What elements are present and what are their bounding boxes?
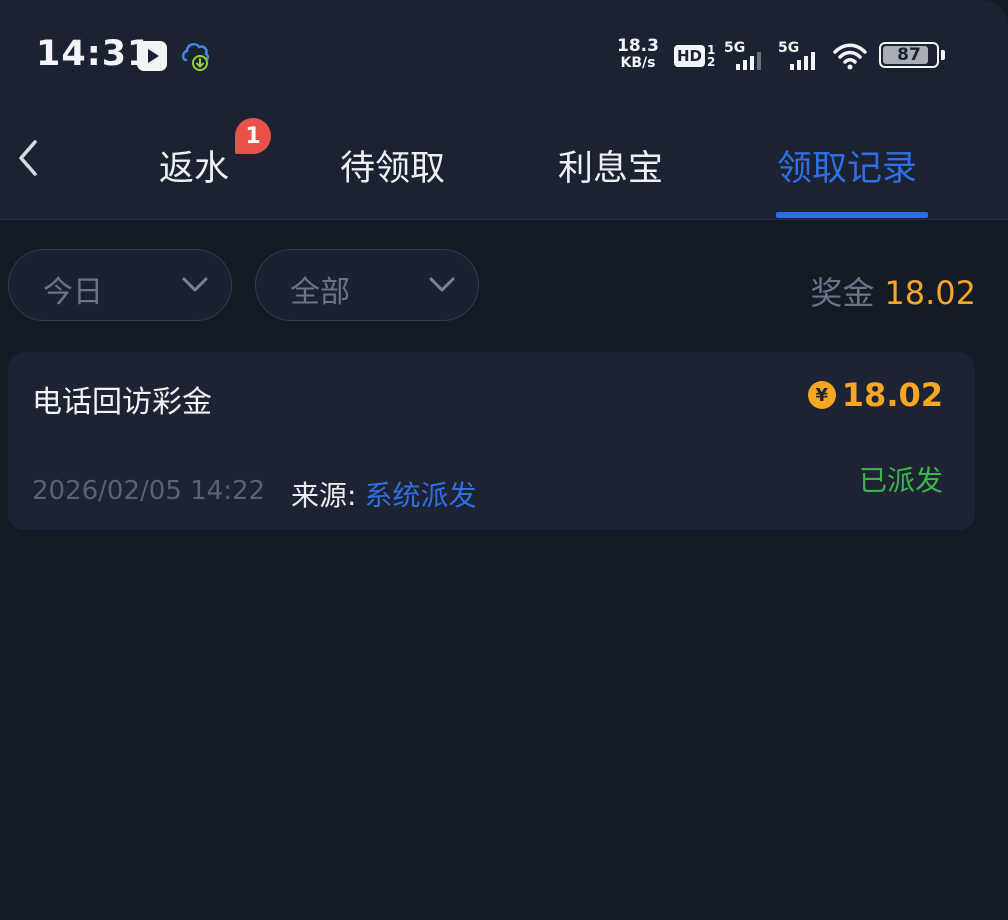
record-amount-value: 18.02: [841, 376, 943, 414]
record-time: 2026/02/05 14:22: [32, 476, 266, 506]
chevron-down-icon: [429, 277, 455, 292]
yuan-coin-icon: ¥: [807, 381, 836, 409]
status-time: 14:31: [36, 34, 153, 74]
back-button[interactable]: [6, 136, 50, 180]
record-status: 已派发: [858, 464, 943, 497]
active-tab-indicator: [776, 212, 928, 218]
battery-percent: 87: [897, 45, 921, 65]
record-title: 电话回访彩金: [32, 385, 212, 420]
tab-claim-records[interactable]: 领取记录: [777, 140, 917, 191]
date-filter-label: 今日: [43, 275, 103, 310]
hd-voice-indicator: HD 1 2: [674, 43, 715, 69]
hd-sim-bottom: 2: [707, 55, 716, 69]
type-filter-label: 全部: [290, 275, 350, 310]
record-source-label: 来源:: [291, 479, 357, 512]
record-source: 来源: 系统派发: [291, 474, 476, 514]
record-amount: ¥ 18.02: [807, 376, 943, 414]
tab-pending[interactable]: 待领取: [340, 140, 445, 191]
content-region: [0, 220, 1008, 920]
record-source-value: 系统派发: [364, 479, 477, 512]
chevron-down-icon: [182, 277, 208, 292]
bonus-total-value: 18.02: [884, 274, 976, 312]
screen: 14:31 18.3 KB/s HD 1 2 5G 5G 87 返水 1 待领取…: [0, 0, 1008, 920]
download-icon: [180, 38, 212, 76]
tab-interest[interactable]: 利息宝: [558, 140, 663, 191]
type-filter-dropdown[interactable]: 全部: [255, 249, 479, 321]
record-card[interactable]: 电话回访彩金 ¥ 18.02 2026/02/05 14:22 来源: 系统派发 …: [8, 352, 975, 530]
header-divider: [0, 219, 1008, 220]
tab-rebate-badge: 1: [235, 118, 271, 154]
network-speed: 18.3 KB/s: [617, 38, 659, 72]
battery-icon: 87: [879, 42, 939, 68]
chevron-left-icon: [19, 140, 37, 176]
play-icon: [137, 41, 167, 71]
wifi-icon: [833, 42, 867, 74]
bonus-total-label: 奖金: [810, 274, 875, 312]
battery-tip: [941, 50, 945, 60]
bonus-total: 奖金 18.02: [810, 268, 976, 314]
network-speed-value: 18.3: [617, 36, 659, 56]
tab-rebate[interactable]: 返水: [159, 140, 229, 191]
network-speed-unit: KB/s: [620, 55, 656, 71]
date-filter-dropdown[interactable]: 今日: [8, 249, 232, 321]
hd-label: HD: [674, 45, 706, 67]
